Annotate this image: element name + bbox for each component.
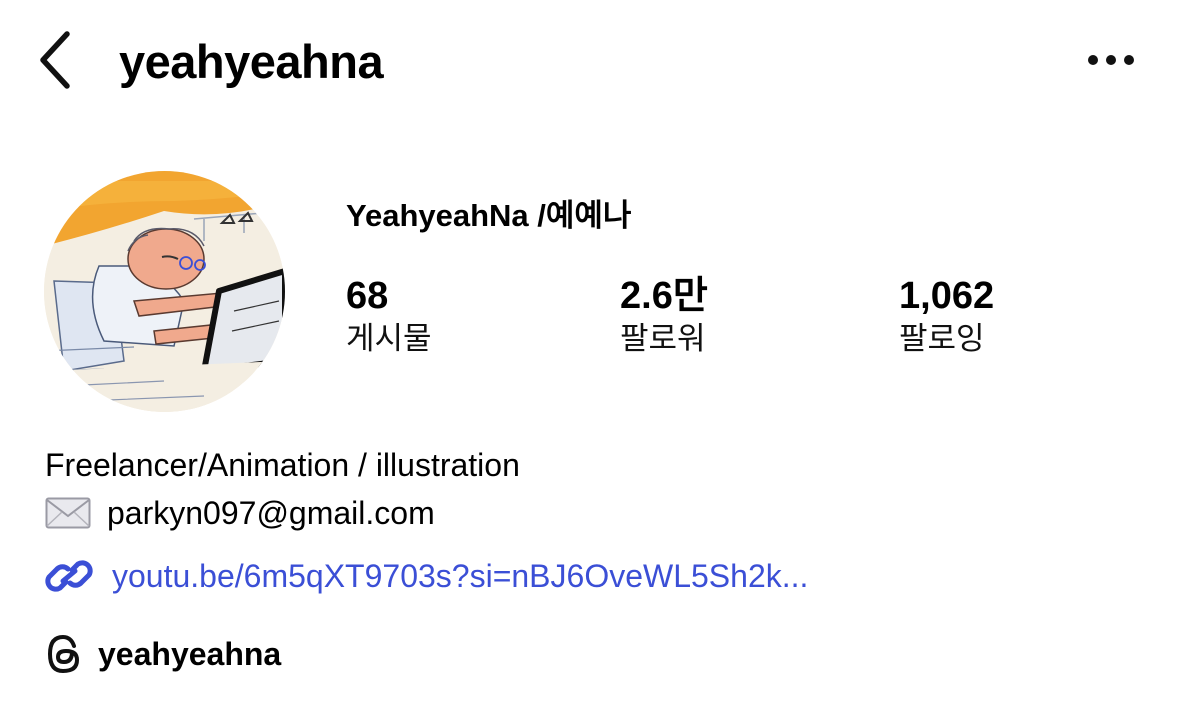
stat-posts[interactable]: 68 게시물 — [346, 274, 432, 360]
bio-email-line: parkyn097@gmail.com — [45, 493, 435, 533]
profile-link[interactable]: youtu.be/6m5qXT9703s?si=nBJ6OveWL5Sh2k..… — [44, 554, 808, 598]
profile-display-name: YeahyeahNa /예예나 — [346, 198, 632, 233]
avatar[interactable] — [44, 171, 285, 412]
threads-badge[interactable]: yeahyeahna — [44, 632, 281, 676]
profile-page: yeahyeahna YeahyeahNa /예예나 68 게시물 2.6만 팔… — [0, 0, 1200, 714]
chevron-left-icon — [37, 30, 73, 95]
threads-handle: yeahyeahna — [98, 636, 282, 672]
profile-link-text: youtu.be/6m5qXT9703s?si=nBJ6OveWL5Sh2k..… — [112, 558, 809, 594]
envelope-icon — [45, 493, 91, 533]
stat-value: 68 — [346, 275, 389, 317]
bio-text: Freelancer/Animation / illustration — [45, 447, 520, 483]
threads-icon — [44, 632, 88, 676]
back-button[interactable] — [30, 30, 80, 94]
stat-value: 2.6만 — [620, 275, 708, 317]
stat-label: 팔로잉 — [899, 321, 985, 356]
bio-email: parkyn097@gmail.com — [107, 495, 435, 531]
link-icon — [44, 554, 96, 598]
more-horizontal-icon — [1087, 53, 1135, 71]
stat-following[interactable]: 1,062 팔로잉 — [899, 274, 994, 360]
page-title: yeahyeahna — [119, 35, 384, 88]
stat-label: 팔로워 — [620, 321, 706, 356]
stat-followers[interactable]: 2.6만 팔로워 — [620, 274, 708, 360]
more-options-button[interactable] — [1080, 42, 1142, 82]
stat-label: 게시물 — [346, 321, 432, 356]
stat-value: 1,062 — [899, 275, 995, 317]
